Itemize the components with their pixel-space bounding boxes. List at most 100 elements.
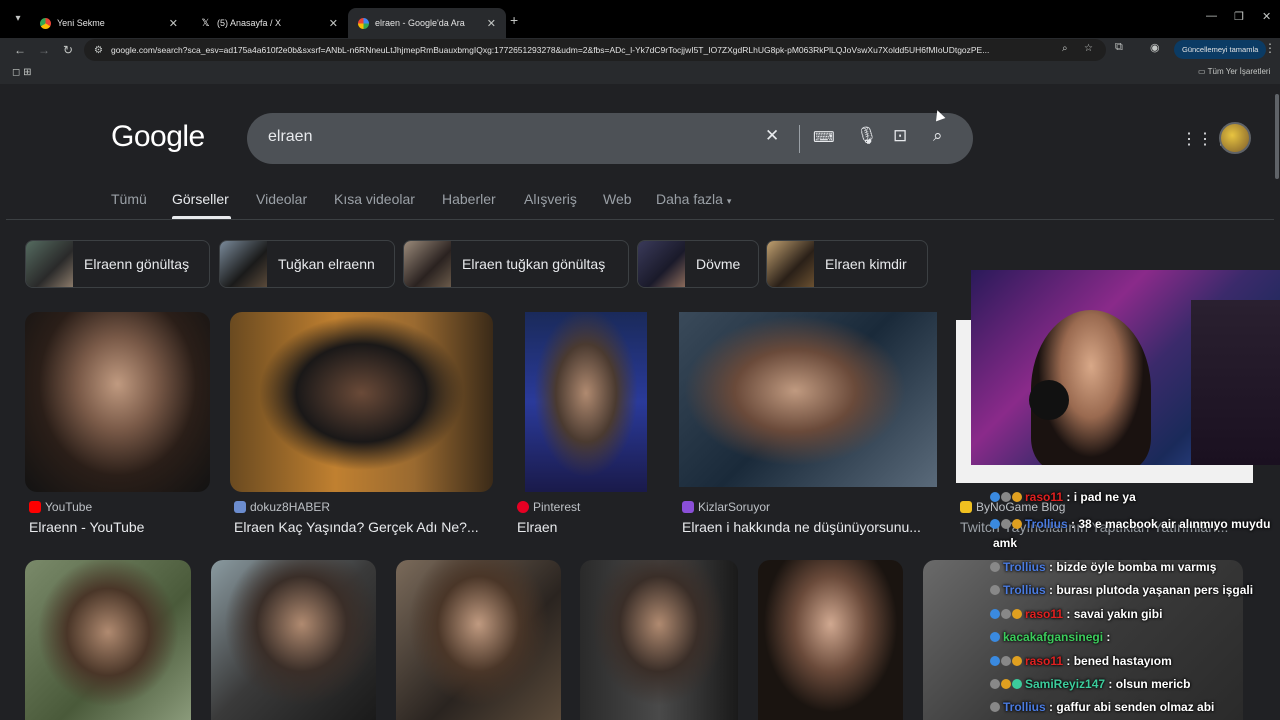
chrome-icon (40, 17, 51, 29)
chat-text: : 38 e macbook air alınmıyo muydu (1071, 517, 1271, 531)
result-caption[interactable]: Elraen (517, 519, 657, 535)
chat-message: amk (993, 536, 1017, 550)
tab-search-icon[interactable]: ▾ (8, 10, 28, 28)
chat-message: raso11 : savai yakın gibi (990, 607, 1162, 621)
restore-icon[interactable]: ❐ (1234, 10, 1244, 23)
related-chip[interactable]: Elraenn gönültaş (25, 240, 210, 288)
result-image[interactable] (25, 312, 210, 492)
chat-message: Trollius : 38 e macbook air alınmıyo muy… (990, 517, 1270, 531)
minimize-icon[interactable]: — (1206, 10, 1217, 22)
close-icon[interactable]: ✕ (169, 17, 178, 30)
search-box[interactable]: elraen ✕ ⌨ 🎙 ⊡ ⌕ (247, 113, 973, 164)
menu-kebab-icon[interactable]: ⋮ (1264, 41, 1276, 55)
mic-icon[interactable]: 🎙 (856, 126, 878, 146)
result-image[interactable] (211, 560, 376, 720)
lens-icon[interactable]: ⊡ (893, 126, 907, 146)
tab-all[interactable]: Tümü (111, 191, 147, 207)
close-icon[interactable]: ✕ (487, 17, 496, 30)
result-caption[interactable]: Elraen i hakkında ne düşünüyorsunu... (682, 519, 937, 535)
result-image[interactable] (679, 312, 937, 487)
pinterest-icon (517, 501, 529, 513)
result-source[interactable]: dokuz8HABER (234, 500, 330, 514)
related-chip[interactable]: Elraen tuğkan gönültaş (403, 240, 629, 288)
profile-icon[interactable]: ◉ (1150, 41, 1160, 54)
result-caption[interactable]: Elraenn - YouTube (29, 519, 209, 535)
window-close-icon[interactable]: ✕ (1262, 10, 1271, 23)
chat-text: : bened hastayıom (1066, 654, 1172, 668)
result-source[interactable]: KizlarSoruyor (682, 500, 770, 514)
badge-icons (990, 490, 1023, 504)
chat-message: kacakafgansinegi : (990, 630, 1110, 644)
tab-more[interactable]: Daha fazla ▾ (656, 191, 731, 207)
url-text[interactable]: google.com/search?sca_esv=ad175a4a610f2e… (111, 45, 1056, 55)
result-image[interactable] (525, 312, 647, 492)
related-chip[interactable]: Elraen kimdir (766, 240, 928, 288)
result-image[interactable] (230, 312, 493, 492)
update-button[interactable]: Güncellemeyi tamamla (1174, 40, 1267, 59)
site-info-icon[interactable]: ⚙ (94, 45, 103, 56)
keyboard-icon[interactable]: ⌨ (813, 128, 835, 146)
close-icon[interactable]: ✕ (329, 17, 338, 30)
new-tab-plus-icon[interactable]: + (510, 12, 518, 28)
clear-icon[interactable]: ✕ (765, 126, 779, 146)
result-caption[interactable]: Elraen Kaç Yaşında? Gerçek Adı Ne?... (234, 519, 496, 535)
bookmarks-bar: ◻ ⊞ ▭ Tüm Yer İşaretleri (0, 62, 1280, 84)
chip-thumbnail (404, 241, 451, 287)
chip-thumbnail (638, 241, 685, 287)
extensions-icon[interactable]: ⧉ (1115, 41, 1123, 54)
chat-text: : gaffur abi senden olmaz abi (1049, 700, 1215, 714)
active-tab-indicator (172, 216, 231, 219)
back-arrow-icon[interactable]: ← (11, 41, 29, 59)
search-icon[interactable]: ⌕ (933, 126, 943, 146)
badge-icons (990, 517, 1023, 531)
zoom-icon[interactable]: ⌕ (1062, 43, 1068, 54)
search-input[interactable]: elraen (268, 128, 312, 146)
chip-label: Tuğkan elraenn (278, 256, 375, 272)
all-bookmarks-button[interactable]: ▭ Tüm Yer İşaretleri (1198, 67, 1270, 76)
tab-videos[interactable]: Videolar (256, 191, 307, 207)
chat-user: Trollius (1003, 560, 1046, 574)
tab-images[interactable]: Görseller (172, 191, 229, 207)
chat-user: raso11 (1025, 607, 1064, 621)
tab-x[interactable]: 𝕏 (5) Anasayfa / X ✕ (190, 8, 348, 38)
google-g-icon (358, 17, 369, 29)
tab-new-tab[interactable]: Yeni Sekme ✕ (30, 8, 188, 38)
result-image[interactable] (25, 560, 191, 720)
bookmark-star-icon[interactable]: ☆ (1084, 43, 1093, 54)
chat-user: Trollius (1003, 583, 1046, 597)
result-source[interactable]: Pinterest (517, 500, 580, 514)
chat-text: : bizde öyle bomba mı varmış (1049, 560, 1217, 574)
search-tabs: Tümü Görseller Videolar Kısa videolar Ha… (6, 186, 1274, 220)
chip-thumbnail (220, 241, 267, 287)
tab-more-label: Daha fazla (656, 191, 723, 207)
result-image[interactable] (580, 560, 738, 720)
avatar[interactable] (1219, 122, 1251, 154)
address-bar[interactable]: ⚙ google.com/search?sca_esv=ad175a4a610f… (84, 39, 1106, 61)
tab-short-videos[interactable]: Kısa videolar (334, 191, 415, 207)
related-chip[interactable]: Dövme (637, 240, 759, 288)
chat-user: raso11 (1025, 490, 1064, 504)
result-source[interactable]: YouTube (29, 500, 92, 514)
reload-icon[interactable]: ↻ (59, 41, 77, 59)
chat-text: : i pad ne ya (1066, 490, 1136, 504)
browser-toolbar: ← → ↻ ⚙ google.com/search?sca_esv=ad175a… (0, 38, 1280, 62)
result-image[interactable] (758, 560, 903, 720)
scrollbar-thumb[interactable] (1275, 94, 1279, 179)
badge-icons (990, 560, 1001, 574)
chip-label: Elraen tuğkan gönültaş (462, 256, 606, 272)
tab-shopping[interactable]: Alışveriş (524, 191, 577, 207)
badge-icons (990, 654, 1023, 668)
tab-news[interactable]: Haberler (442, 191, 496, 207)
related-chip[interactable]: Tuğkan elraenn (219, 240, 395, 288)
tab-google-search[interactable]: elraen - Google'da Ara ✕ (348, 8, 506, 38)
webcam-overlay (971, 270, 1280, 465)
result-image[interactable] (396, 560, 561, 720)
chip-thumbnail (767, 241, 814, 287)
tab-title: elraen - Google'da Ara (375, 18, 465, 28)
bookmark-icons[interactable]: ◻ ⊞ (12, 67, 31, 78)
forward-arrow-icon[interactable]: → (35, 41, 53, 59)
chip-label: Dövme (696, 256, 741, 272)
chat-user: SamiReyiz147 (1025, 677, 1106, 691)
tab-web[interactable]: Web (603, 191, 632, 207)
google-logo[interactable]: Google (111, 120, 205, 154)
